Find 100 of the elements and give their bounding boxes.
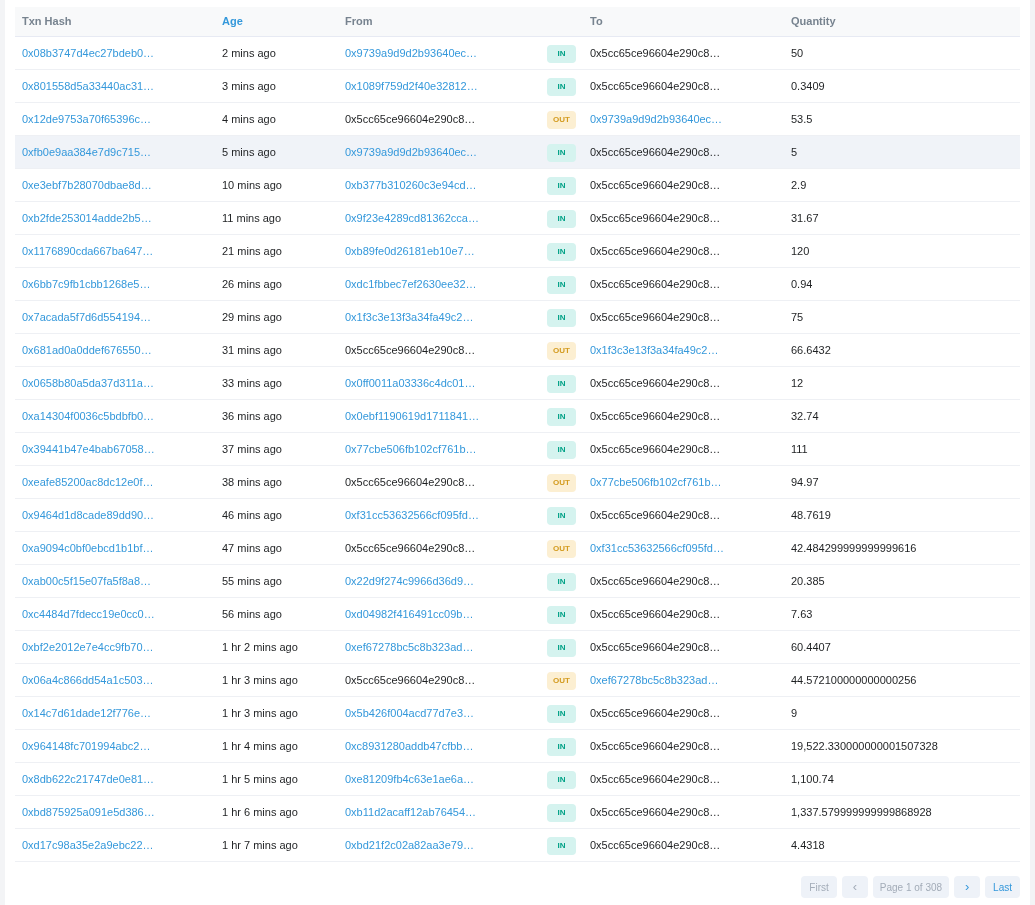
from-address-link[interactable]: 0x1f3c3e13f3a34fa49c2… bbox=[345, 310, 474, 323]
quantity-text: 66.6432 bbox=[791, 343, 831, 356]
from-address-link[interactable]: 0x1089f759d2f40e32812… bbox=[345, 79, 478, 92]
from-address-link[interactable]: 0x9f23e4289cd81362cca… bbox=[345, 211, 479, 224]
txn-hash-link[interactable]: 0xd17c98a35e2a9ebc22… bbox=[22, 838, 154, 851]
to-address: 0x5cc65ce96604e290c8… bbox=[590, 508, 721, 521]
from-address-link[interactable]: 0x0ff0011a03336c4dc01… bbox=[345, 376, 476, 389]
from-address-link[interactable]: 0x9739a9d9d2b93640ec… bbox=[345, 46, 478, 59]
from-address-link[interactable]: 0xf31cc53632566cf095fd… bbox=[345, 508, 479, 521]
direction-badge: OUT bbox=[547, 671, 576, 690]
to-address: 0x5cc65ce96604e290c8… bbox=[590, 79, 721, 92]
quantity-text: 0.3409 bbox=[791, 79, 825, 92]
txn-hash-link[interactable]: 0x7acada5f7d6d554194… bbox=[22, 310, 152, 323]
from-address-link[interactable]: 0xbd21f2c02a82aa3e79… bbox=[345, 838, 475, 851]
direction-badge: OUT bbox=[547, 473, 576, 492]
quantity-text: 120 bbox=[791, 244, 810, 257]
txn-hash-link[interactable]: 0xb2fde253014adde2b5… bbox=[22, 211, 152, 224]
direction-badge: IN bbox=[547, 803, 576, 822]
age-text: 1 hr 5 mins ago bbox=[222, 772, 298, 785]
to-address-link[interactable]: 0x9739a9d9d2b93640ec… bbox=[590, 112, 723, 125]
to-address: 0x5cc65ce96604e290c8… bbox=[590, 310, 721, 323]
quantity-text: 42.484299999999999616 bbox=[791, 541, 917, 554]
last-page-button[interactable]: Last bbox=[985, 876, 1020, 898]
txn-hash-link[interactable]: 0x08b3747d4ec27bdeb0… bbox=[22, 46, 155, 59]
from-address-link[interactable]: 0x9739a9d9d2b93640ec… bbox=[345, 145, 478, 158]
txn-hash-link[interactable]: 0xe3ebf7b28070dbae8d… bbox=[22, 178, 152, 191]
from-address-link[interactable]: 0xb377b310260c3e94cd… bbox=[345, 178, 477, 191]
age-text: 3 mins ago bbox=[222, 79, 276, 92]
quantity-text: 2.9 bbox=[791, 178, 807, 191]
age-text: 56 mins ago bbox=[222, 607, 282, 620]
txn-hash-link[interactable]: 0x14c7d61dade12f776e… bbox=[22, 706, 152, 719]
quantity-text: 48.7619 bbox=[791, 508, 831, 521]
quantity-text: 4.4318 bbox=[791, 838, 825, 851]
table-row[interactable]: 0xfb0e9aa384e7d9c715… 5 mins ago 0x9739a9d9d2b93640ec… IN 0x5cc65ce96604e290c8… 5 bbox=[15, 136, 1020, 169]
direction-badge: IN bbox=[547, 143, 576, 162]
from-address-link[interactable]: 0xdc1fbbec7ef2630ee32… bbox=[345, 277, 477, 290]
txn-hash-link[interactable]: 0x9464d1d8cade89dd90… bbox=[22, 508, 155, 521]
to-address: 0x5cc65ce96604e290c8… bbox=[590, 409, 721, 422]
txn-hash-link[interactable]: 0xab00c5f15e07fa5f8a8… bbox=[22, 574, 152, 587]
to-address-link[interactable]: 0xef67278bc5c8b323ad… bbox=[590, 673, 719, 686]
txn-hash-link[interactable]: 0xeafe85200ac8dc12e0f… bbox=[22, 475, 154, 488]
to-address-link[interactable]: 0x1f3c3e13f3a34fa49c2… bbox=[590, 343, 719, 356]
quantity-text: 94.97 bbox=[791, 475, 819, 488]
to-address: 0x5cc65ce96604e290c8… bbox=[590, 442, 721, 455]
to-address: 0x5cc65ce96604e290c8… bbox=[590, 805, 721, 818]
age-text: 21 mins ago bbox=[222, 244, 282, 257]
from-address-link[interactable]: 0xb89fe0d26181eb10e7… bbox=[345, 244, 475, 257]
to-address-link[interactable]: 0x77cbe506fb102cf761b… bbox=[590, 475, 722, 488]
quantity-text: 75 bbox=[791, 310, 804, 323]
quantity-text: 32.74 bbox=[791, 409, 819, 422]
txn-hash-link[interactable]: 0x39441b47e4bab67058… bbox=[22, 442, 155, 455]
to-address: 0x5cc65ce96604e290c8… bbox=[590, 772, 721, 785]
direction-badge: IN bbox=[547, 374, 576, 393]
to-address: 0x5cc65ce96604e290c8… bbox=[590, 739, 721, 752]
age-text: 31 mins ago bbox=[222, 343, 282, 356]
from-address-link[interactable]: 0xe81209fb4c63e1ae6a… bbox=[345, 772, 475, 785]
txn-hash-link[interactable]: 0x6bb7c9fb1cbb1268e5… bbox=[22, 277, 151, 290]
direction-badge: IN bbox=[547, 44, 576, 63]
age-text: 1 hr 4 mins ago bbox=[222, 739, 298, 752]
from-address-link[interactable]: 0x5b426f004acd77d7e3… bbox=[345, 706, 475, 719]
txn-hash-link[interactable]: 0x0658b80a5da37d311a… bbox=[22, 376, 154, 389]
txn-hash-link[interactable]: 0x681ad0a0ddef676550… bbox=[22, 343, 152, 356]
txn-hash-link[interactable]: 0xfb0e9aa384e7d9c715… bbox=[22, 145, 152, 158]
quantity-text: 44.572100000000000256 bbox=[791, 673, 917, 686]
age-text: 38 mins ago bbox=[222, 475, 282, 488]
to-address: 0x5cc65ce96604e290c8… bbox=[590, 46, 721, 59]
txn-hash-link[interactable]: 0xa9094c0bf0ebcd1b1bf… bbox=[22, 541, 154, 554]
txn-hash-link[interactable]: 0xbf2e2012e7e4cc9fb70… bbox=[22, 640, 154, 653]
txn-hash-link[interactable]: 0x06a4c866dd54a1c503… bbox=[22, 673, 154, 686]
column-header: Quantity bbox=[791, 15, 836, 28]
txn-hash-link[interactable]: 0x964148fc701994abc2… bbox=[22, 739, 151, 752]
txn-hash-link[interactable]: 0xc4484d7fdecc19e0cc0… bbox=[22, 607, 155, 620]
from-address-link[interactable]: 0x77cbe506fb102cf761b… bbox=[345, 442, 477, 455]
quantity-text: 1,337.579999999999868928 bbox=[791, 805, 932, 818]
age-text: 29 mins ago bbox=[222, 310, 282, 323]
from-address-link[interactable]: 0xc8931280addb47cfbb… bbox=[345, 739, 474, 752]
quantity-text: 9 bbox=[791, 706, 798, 719]
quantity-text: 50 bbox=[791, 46, 804, 59]
next-page-button[interactable]: › bbox=[954, 876, 981, 898]
to-address: 0x5cc65ce96604e290c8… bbox=[590, 376, 721, 389]
age-text: 1 hr 6 mins ago bbox=[222, 805, 298, 818]
txn-hash-link[interactable]: 0xbd875925a091e5d386… bbox=[22, 805, 155, 818]
age-text: 36 mins ago bbox=[222, 409, 282, 422]
txn-hash-link[interactable]: 0x801558d5a33440ac31… bbox=[22, 79, 155, 92]
txn-hash-link[interactable]: 0x12de9753a70f65396c… bbox=[22, 112, 152, 125]
txn-hash-link[interactable]: 0x1176890cda667ba647… bbox=[22, 244, 154, 257]
txn-hash-link[interactable]: 0xa14304f0036c5bdbfb0… bbox=[22, 409, 155, 422]
column-header[interactable]: Age bbox=[222, 15, 243, 28]
from-address-link[interactable]: 0x22d9f274c9966d36d9… bbox=[345, 574, 475, 587]
from-address-link[interactable]: 0xef67278bc5c8b323ad… bbox=[345, 640, 474, 653]
from-address-link[interactable]: 0xb11d2acaff12ab76454… bbox=[345, 805, 477, 818]
from-address-link[interactable]: 0x0ebf1190619d1711841… bbox=[345, 409, 480, 422]
from-address-link[interactable]: 0xd04982f416491cc09b… bbox=[345, 607, 474, 620]
column-header: From bbox=[345, 15, 373, 28]
from-address: 0x5cc65ce96604e290c8… bbox=[345, 343, 476, 356]
to-address: 0x5cc65ce96604e290c8… bbox=[590, 244, 721, 257]
txn-hash-link[interactable]: 0x8db622c21747de0e81… bbox=[22, 772, 155, 785]
age-text: 55 mins ago bbox=[222, 574, 282, 587]
to-address-link[interactable]: 0xf31cc53632566cf095fd… bbox=[590, 541, 724, 554]
to-address: 0x5cc65ce96604e290c8… bbox=[590, 607, 721, 620]
